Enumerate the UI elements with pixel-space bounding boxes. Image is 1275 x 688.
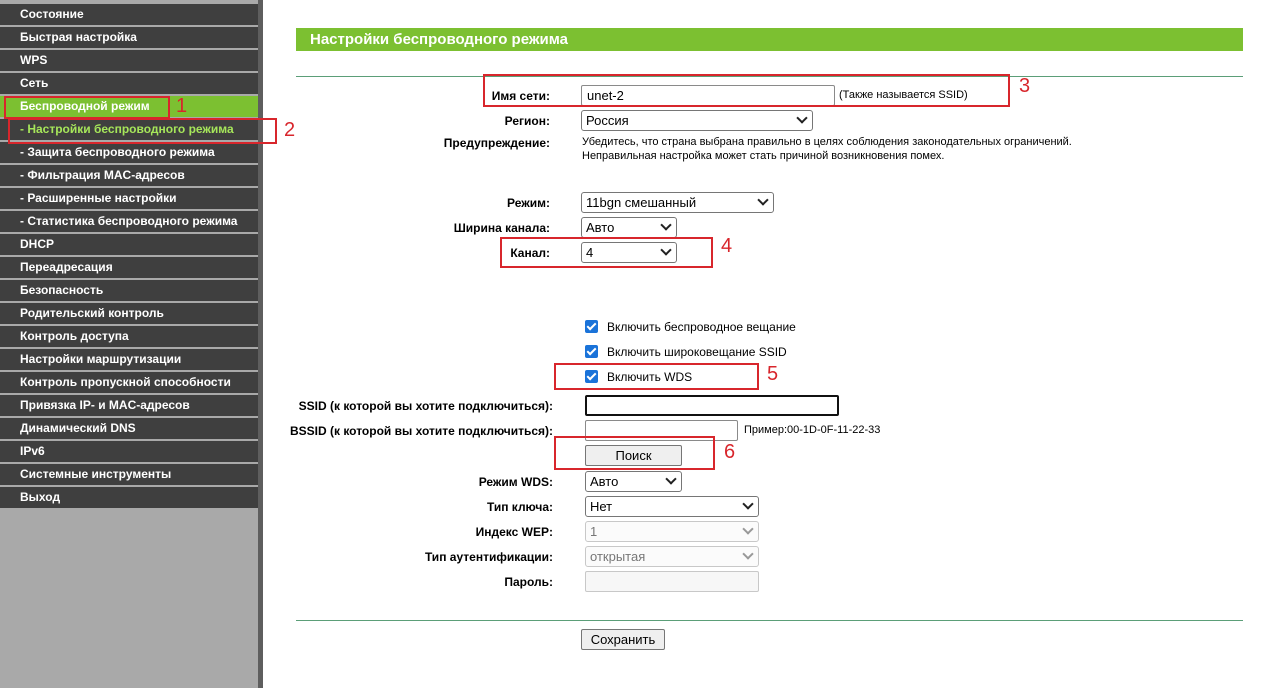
annotation-number-2: 2 bbox=[284, 119, 296, 141]
annotation-number-4: 4 bbox=[721, 235, 733, 257]
chevron-down-icon bbox=[742, 548, 754, 560]
page-title: Настройки беспроводного режима bbox=[296, 28, 1243, 51]
chevron-down-icon bbox=[660, 219, 672, 231]
annotation-box-3 bbox=[483, 74, 1010, 107]
channel-width-select[interactable]: Авто bbox=[581, 217, 677, 238]
wds-mode-value: Авто bbox=[590, 474, 619, 489]
wds-bssid-label: BSSID (к которой вы хотите подключиться)… bbox=[289, 424, 553, 438]
annotation-box-2 bbox=[8, 118, 277, 144]
mode-value: 11bgn смешанный bbox=[586, 195, 697, 210]
mode-select[interactable]: 11bgn смешанный bbox=[581, 192, 774, 213]
warning-label: Предупреждение: bbox=[443, 136, 550, 150]
key-type-value: Нет bbox=[590, 499, 613, 514]
sidebar-item-19[interactable]: IPv6 bbox=[0, 441, 258, 462]
wds-ssid-input[interactable] bbox=[585, 395, 839, 416]
chevron-down-icon bbox=[757, 194, 769, 206]
chevron-down-icon bbox=[742, 498, 754, 510]
sidebar-item-12[interactable]: Безопасность bbox=[0, 280, 258, 301]
main-content: Настройки беспроводного режима Имя сети:… bbox=[263, 0, 1275, 688]
chevron-down-icon bbox=[742, 523, 754, 535]
channel-width-value: Авто bbox=[586, 220, 615, 235]
sidebar-item-8[interactable]: - Расширенные настройки bbox=[0, 188, 258, 209]
warning-text-line1: Убедитесь, что страна выбрана правильно … bbox=[582, 136, 1072, 148]
password-label: Пароль: bbox=[504, 575, 553, 589]
enable-ssid-broadcast-checkbox[interactable] bbox=[585, 345, 598, 358]
sidebar-menu: Состояние Быстрая настройка WPS Сеть Беспров… bbox=[0, 4, 258, 510]
sidebar-item-0[interactable]: Состояние bbox=[0, 4, 258, 25]
sidebar-item-10[interactable]: DHCP bbox=[0, 234, 258, 255]
sidebar-item-17[interactable]: Привязка IP- и MAC-адресов bbox=[0, 395, 258, 416]
sidebar-item-1[interactable]: Быстрая настройка bbox=[0, 27, 258, 48]
enable-broadcast-checkbox[interactable] bbox=[585, 320, 598, 333]
region-value: Россия bbox=[586, 113, 629, 128]
mode-label: Режим: bbox=[507, 196, 550, 210]
password-input[interactable] bbox=[585, 571, 759, 592]
sidebar-item-13[interactable]: Родительский контроль bbox=[0, 303, 258, 324]
sidebar-item-11[interactable]: Переадресация bbox=[0, 257, 258, 278]
sidebar-item-15[interactable]: Настройки маршрутизации bbox=[0, 349, 258, 370]
wds-ssid-label: SSID (к которой вы хотите подключиться): bbox=[298, 399, 553, 413]
annotation-number-5: 5 bbox=[767, 363, 779, 385]
wep-index-value: 1 bbox=[590, 524, 598, 539]
bssid-example: Пример:00-1D-0F-11-22-33 bbox=[744, 424, 881, 436]
enable-ssid-broadcast-label: Включить широковещание SSID bbox=[607, 345, 787, 359]
annotation-number-6: 6 bbox=[724, 441, 736, 463]
annotation-box-6 bbox=[554, 436, 715, 470]
key-type-label: Тип ключа: bbox=[486, 500, 553, 514]
sidebar-item-3[interactable]: Сеть bbox=[0, 73, 258, 94]
wep-index-select[interactable]: 1 bbox=[585, 521, 759, 542]
annotation-number-3: 3 bbox=[1019, 75, 1031, 97]
region-select[interactable]: Россия bbox=[581, 110, 813, 131]
bottom-divider bbox=[296, 620, 1243, 621]
save-button[interactable]: Сохранить bbox=[581, 629, 665, 650]
auth-type-label: Тип аутентификации: bbox=[424, 550, 553, 564]
sidebar-item-16[interactable]: Контроль пропускной способности bbox=[0, 372, 258, 393]
wep-index-label: Индекс WEP: bbox=[475, 525, 553, 539]
chevron-down-icon bbox=[665, 473, 677, 485]
channel-width-label: Ширина канала: bbox=[453, 221, 550, 235]
annotation-number-1: 1 bbox=[176, 95, 188, 117]
region-label: Регион: bbox=[504, 114, 550, 128]
auth-type-value: открытая bbox=[590, 549, 646, 564]
annotation-box-4 bbox=[500, 237, 713, 268]
sidebar-item-18[interactable]: Динамический DNS bbox=[0, 418, 258, 439]
key-type-select[interactable]: Нет bbox=[585, 496, 759, 517]
sidebar-item-14[interactable]: Контроль доступа bbox=[0, 326, 258, 347]
sidebar-item-20[interactable]: Системные инструменты bbox=[0, 464, 258, 485]
sidebar-item-2[interactable]: WPS bbox=[0, 50, 258, 71]
sidebar-item-7[interactable]: - Фильтрация MAC-адресов bbox=[0, 165, 258, 186]
annotation-box-1 bbox=[4, 96, 170, 119]
sidebar-item-9[interactable]: - Статистика беспроводного режима bbox=[0, 211, 258, 232]
annotation-box-5 bbox=[554, 363, 759, 390]
auth-type-select[interactable]: открытая bbox=[585, 546, 759, 567]
wds-mode-select[interactable]: Авто bbox=[585, 471, 682, 492]
chevron-down-icon bbox=[796, 112, 808, 124]
sidebar-item-6[interactable]: - Защита беспроводного режима bbox=[0, 142, 258, 163]
enable-broadcast-label: Включить беспроводное вещание bbox=[607, 320, 796, 334]
wds-mode-label: Режим WDS: bbox=[478, 475, 553, 489]
sidebar-item-21[interactable]: Выход bbox=[0, 487, 258, 508]
warning-text-line2: Неправильная настройка может стать причи… bbox=[582, 150, 945, 162]
